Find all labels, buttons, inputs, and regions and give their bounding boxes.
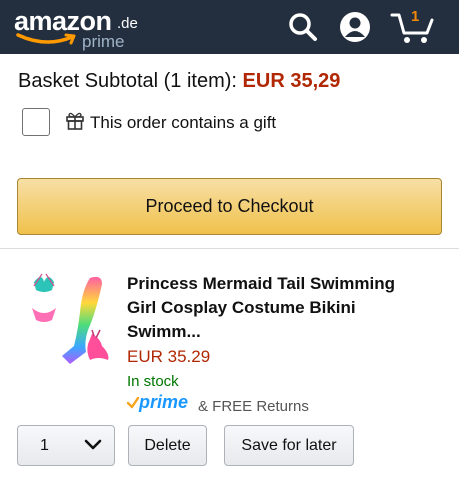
save-for-later-button[interactable]: Save for later [224,425,354,466]
stock-status: In stock [127,373,179,390]
delete-button[interactable]: Delete [128,425,207,466]
prime-check-icon [127,397,139,409]
top-navigation-bar: amazon .de prime 1 [0,0,459,54]
chevron-down-icon [84,439,102,450]
free-returns-label: & FREE Returns [198,398,309,415]
section-divider [0,248,459,249]
cart-count-badge: 1 [411,8,420,25]
search-button[interactable] [285,9,321,45]
smile-arrow-icon [16,33,76,45]
prime-label: prime [139,392,189,412]
gift-checkbox[interactable] [22,108,50,136]
logo-domain: .de [117,15,138,32]
quantity-dropdown[interactable]: 1 [17,425,115,466]
account-icon [340,12,370,42]
cart-button[interactable]: 1 [389,8,437,45]
prime-badge: prime & FREE Returns [127,392,347,416]
gift-label: This order contains a gift [90,113,277,132]
proceed-to-checkout-button[interactable]: Proceed to Checkout [17,178,442,235]
gift-option: This order contains a gift [22,107,352,137]
search-icon [289,13,317,41]
amazon-logo[interactable]: amazon .de prime [14,6,144,52]
account-button[interactable] [337,9,373,45]
product-image[interactable] [22,268,116,368]
logo-prime: prime [82,32,125,51]
subtotal-price: EUR 35,29 [242,70,341,92]
product-title-link[interactable]: Princess Mermaid Tail Swimming Girl Cosp… [127,272,427,344]
basket-subtotal: Basket Subtotal (1 item): EUR 35,29 [18,70,340,93]
product-price: EUR 35.29 [127,347,211,366]
subtotal-label: Basket Subtotal (1 item): [18,70,237,92]
gift-icon [66,112,84,130]
quantity-value: 1 [40,437,49,454]
